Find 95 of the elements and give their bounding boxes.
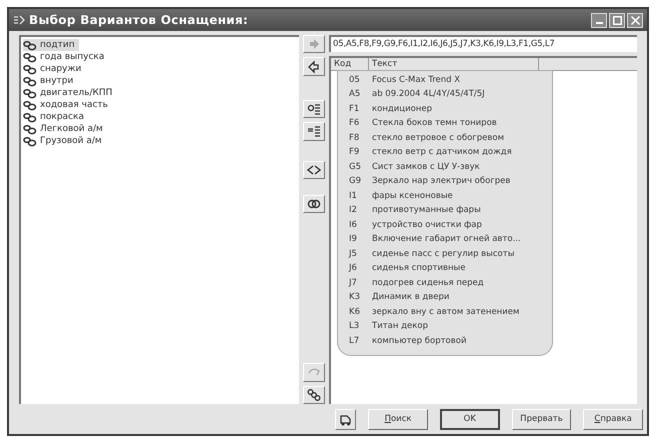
dialog-button[interactable]: Прервать (512, 408, 572, 430)
toolbar-button[interactable] (303, 100, 325, 118)
toolbar-button[interactable] (303, 57, 325, 76)
dialog-button[interactable]: Поиск (368, 408, 428, 430)
close-button[interactable] (627, 12, 643, 28)
text-cell: фары ксеноновые (372, 190, 453, 203)
toolbar-button[interactable] (303, 194, 325, 214)
dialog-button[interactable]: OK (440, 408, 500, 430)
tree-item[interactable]: снаружи (23, 63, 86, 75)
dialog-button[interactable]: Справка (583, 408, 643, 430)
chain-links-icon (23, 40, 37, 50)
text-cell: Зеркало нар электрич обогрев (372, 175, 510, 188)
swap-arrows-icon (307, 162, 321, 177)
code-cell-text: I9 (348, 233, 358, 246)
column-header[interactable]: Код (331, 58, 369, 71)
minimize-button[interactable] (591, 12, 607, 28)
tree-item[interactable]: подтип (23, 39, 79, 51)
chain-links-icon (23, 124, 37, 134)
code-cell-text: I6 (348, 218, 358, 232)
code-cell-text: J6 (348, 262, 358, 276)
tree-item-label: снаружи (40, 64, 82, 74)
code-cell-text: G5 (348, 160, 362, 174)
tree-item[interactable]: ходовая часть (23, 99, 112, 111)
code-cell-text: K6 (348, 306, 361, 319)
code-cell-text: F9 (348, 146, 360, 160)
text-cell: сиденье пасс с регулир высоты (372, 248, 514, 261)
tree-item-label: двигатель/КПП (40, 88, 112, 98)
text-cell: зеркало вну с автом затенением (372, 306, 520, 319)
arrow-left-icon (307, 60, 321, 74)
code-cell-text: F8 (348, 132, 360, 145)
code-cell-text: J5 (348, 248, 358, 261)
app-icon (13, 15, 25, 25)
code-cell-text: K3 (348, 291, 361, 304)
toolbar-button[interactable] (303, 122, 325, 140)
close-icon (630, 16, 640, 24)
text-cell: Динамик в двери (372, 291, 450, 304)
code-cell-text: A5 (348, 88, 362, 102)
chain-icon (307, 388, 321, 402)
text-cell: кондиционер (372, 102, 432, 116)
tree-item[interactable]: года выпуска (23, 51, 108, 63)
list-icon (307, 124, 321, 138)
chain-links-icon (23, 76, 37, 86)
code-cell-text: L7 (348, 334, 360, 348)
tree-item[interactable]: покраска (23, 111, 88, 123)
code-cell-text: F6 (348, 117, 360, 130)
window-title: Выбор Вариантов Оснащения: (29, 12, 248, 29)
tree-item-label: Грузовой а/м (40, 136, 102, 146)
tree-item-label: года выпуска (40, 52, 104, 62)
text-cell: Стекла боков темн тониров (372, 117, 497, 130)
text-cell: противотуманные фары (372, 204, 481, 218)
code-cell-text: G9 (348, 175, 362, 188)
text-cell: компьютер бортовой (372, 334, 466, 348)
codes-field[interactable]: 05,A5,F8,F9,G9,F6,I1,I2,I6,J6,J5,J7,K3,K6,I9,L3,F1,G5,L7 (329, 35, 637, 52)
toolbar-button[interactable] (303, 386, 325, 404)
text-cell: Титан декор (372, 320, 428, 334)
text-cell: ab 09.2004 4L/4Y/45/4T/5J (372, 88, 485, 102)
arrow-right-icon (307, 37, 321, 52)
text-cell: Сист замков с ЦУ У-звук (372, 160, 480, 174)
text-cell: подогрев сиденья перед (372, 276, 484, 290)
text-cell: устройство очистки фар (372, 218, 482, 232)
tree-item[interactable]: Легковой а/м (23, 123, 107, 135)
code-cell-text: F1 (348, 102, 360, 116)
tree-item-label: внутри (40, 76, 74, 86)
codes-field-value: 05,A5,F8,F9,G9,F6,I1,I2,I6,J6,J5,J7,K3,K6,I9,L3,F1,G5,L7 (333, 38, 555, 51)
tree-item-label: Легковой а/м (40, 124, 103, 134)
tree-item-label: ходовая часть (40, 100, 108, 110)
chain-links-icon (23, 112, 37, 122)
tree-item-label: подтип (40, 40, 75, 50)
code-cell-text: I1 (348, 190, 358, 203)
chain-links-icon (23, 100, 37, 110)
code-cell-text: 05 (348, 74, 361, 87)
vehicle-button[interactable] (335, 408, 356, 430)
chain-links-icon (23, 136, 37, 146)
maximize-button[interactable] (609, 12, 625, 28)
chain-links-icon (23, 52, 37, 62)
list-icon (307, 102, 321, 116)
text-cell: сиденья спортивные (372, 262, 466, 276)
code-cell-text: I2 (348, 204, 358, 218)
text-cell: Включение габарит огней авто... (372, 233, 521, 246)
code-cell-text: J7 (348, 276, 358, 290)
toolbar-button[interactable] (303, 160, 325, 179)
text-cell: Focus C-Max Trend X (372, 74, 460, 87)
chain-links-icon (23, 64, 37, 74)
tree-item[interactable]: внутри (23, 75, 78, 87)
tree-item-label: покраска (40, 112, 84, 122)
vehicle-icon (338, 412, 353, 426)
code-cell-text: L3 (348, 320, 360, 334)
text-cell: стекло ветровое с обогревом (372, 132, 504, 145)
tree-item[interactable]: двигатель/КПП (23, 87, 116, 99)
minimize-icon (596, 22, 602, 24)
column-header[interactable]: Текст (369, 58, 539, 71)
maximize-icon (612, 16, 622, 24)
chain-links-icon (23, 88, 37, 98)
tree-item[interactable]: Грузовой а/м (23, 135, 106, 147)
text-cell: стекло ветр с датчиком дождя (372, 146, 512, 160)
